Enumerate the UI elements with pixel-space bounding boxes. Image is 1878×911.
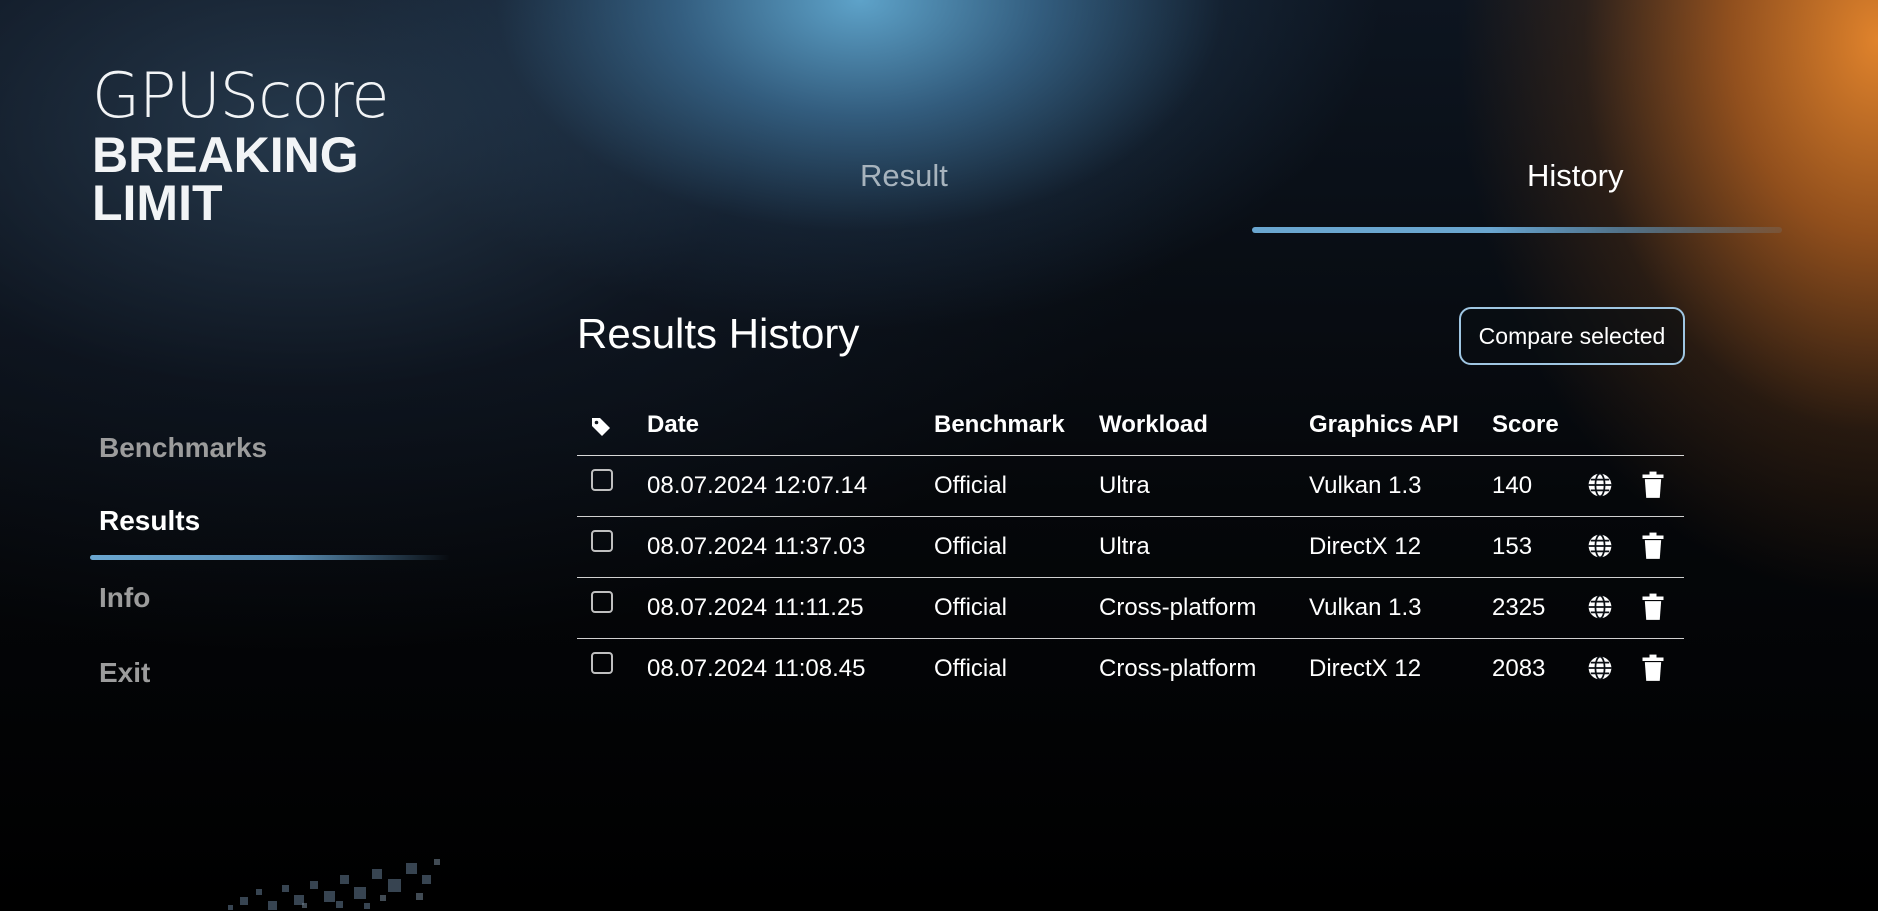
cell-graphics-api: DirectX 12: [1309, 533, 1422, 560]
column-header-graphics-api[interactable]: Graphics API: [1309, 411, 1459, 439]
cell-graphics-api: Vulkan 1.3: [1309, 472, 1422, 499]
table-row: 08.07.2024 11:11.25 Official Cross-platf…: [577, 578, 1684, 639]
active-tab-indicator: [1252, 227, 1782, 233]
table-row: 08.07.2024 11:08.45 Official Cross-platf…: [577, 639, 1684, 699]
cell-graphics-api: Vulkan 1.3: [1309, 594, 1422, 621]
logo-tagline-line-2: LIMIT: [92, 175, 223, 231]
column-header-score[interactable]: Score: [1492, 411, 1559, 439]
row-select-checkbox[interactable]: [591, 652, 613, 674]
column-header-benchmark[interactable]: Benchmark: [934, 411, 1065, 439]
logo: GPUScore BREAKING LIMIT: [92, 59, 389, 231]
globe-icon[interactable]: [1587, 655, 1613, 686]
cell-workload: Cross-platform: [1099, 655, 1257, 682]
cell-score: 2325: [1492, 594, 1546, 621]
row-select-checkbox[interactable]: [591, 591, 613, 613]
cell-workload: Ultra: [1099, 472, 1150, 499]
logo-tagline-line-1: BREAKING: [92, 127, 359, 183]
sidebar-item-benchmarks[interactable]: Benchmarks: [99, 432, 267, 464]
column-header-date[interactable]: Date: [647, 411, 699, 439]
cell-benchmark: Official: [934, 594, 1007, 621]
column-header-workload[interactable]: Workload: [1099, 411, 1208, 439]
row-select-checkbox[interactable]: [591, 530, 613, 552]
pixel-decoration: [228, 859, 440, 910]
tab-history[interactable]: History: [1527, 158, 1623, 194]
compare-selected-button[interactable]: Compare selected: [1459, 307, 1685, 365]
row-select-checkbox[interactable]: [591, 469, 613, 491]
sidebar-active-indicator: [90, 555, 450, 560]
cell-workload: Ultra: [1099, 533, 1150, 560]
cell-workload: Cross-platform: [1099, 594, 1257, 621]
cell-score: 153: [1492, 533, 1533, 560]
cell-date: 08.07.2024 11:37.03: [647, 533, 866, 560]
cell-graphics-api: DirectX 12: [1309, 655, 1422, 682]
results-table: Date Benchmark Workload Graphics API Sco…: [577, 405, 1684, 699]
trash-icon[interactable]: [1641, 593, 1665, 626]
tab-result[interactable]: Result: [860, 158, 948, 194]
trash-icon[interactable]: [1641, 654, 1665, 687]
cell-score: 140: [1492, 472, 1533, 499]
cell-benchmark: Official: [934, 472, 1007, 499]
trash-icon[interactable]: [1641, 532, 1665, 565]
table-header: Date Benchmark Workload Graphics API Sco…: [577, 405, 1684, 456]
globe-icon[interactable]: [1587, 472, 1613, 503]
sidebar-item-exit[interactable]: Exit: [99, 657, 150, 689]
app-window: GPUScore BREAKING LIMIT Result History B…: [0, 0, 1878, 911]
sidebar-item-info[interactable]: Info: [99, 582, 150, 614]
cell-benchmark: Official: [934, 655, 1007, 682]
trash-icon[interactable]: [1641, 471, 1665, 504]
sidebar-item-results[interactable]: Results: [99, 505, 200, 537]
logo-title: GPUScore: [92, 59, 389, 132]
cell-date: 08.07.2024 12:07.14: [647, 472, 868, 499]
cell-benchmark: Official: [934, 533, 1007, 560]
globe-icon[interactable]: [1587, 594, 1613, 625]
tag-icon: [589, 415, 613, 444]
cell-date: 08.07.2024 11:11.25: [647, 594, 864, 621]
table-row: 08.07.2024 11:37.03 Official Ultra Direc…: [577, 517, 1684, 578]
cell-score: 2083: [1492, 655, 1546, 682]
cell-date: 08.07.2024 11:08.45: [647, 655, 866, 682]
table-row: 08.07.2024 12:07.14 Official Ultra Vulka…: [577, 456, 1684, 517]
globe-icon[interactable]: [1587, 533, 1613, 564]
page-title: Results History: [577, 310, 860, 357]
